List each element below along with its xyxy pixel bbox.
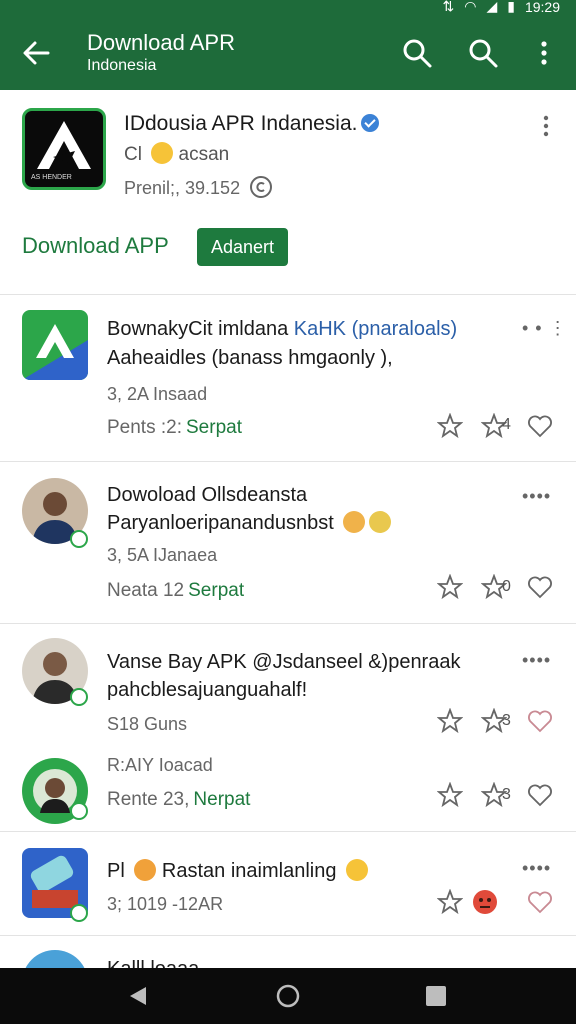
item-title-prefix: Pl — [107, 860, 125, 882]
more-icon[interactable]: • • ⋮ — [522, 318, 568, 339]
item-title: Pl Rastan inaimlanling — [107, 859, 369, 883]
item-stat-link[interactable]: Serpat — [188, 580, 244, 601]
signal-icon: ◢ — [486, 0, 498, 14]
item-stat-label: Pents :2: — [107, 417, 182, 438]
item-meta: 3, 5A IJanaea — [107, 545, 218, 565]
item-title-highlight: KaHK (pnaraloals) — [293, 318, 458, 340]
item-description: pahcblesajuanguahalf! — [107, 679, 308, 701]
app-stats: Prenil;, 39.152 — [124, 175, 273, 199]
item-title: BownakyCit imldana KaHK (pnaraloals) — [107, 318, 457, 341]
more-vert-icon[interactable] — [538, 114, 554, 138]
appbar-title: Download APR — [87, 30, 235, 55]
item-stat-label: Rente 23, — [107, 789, 190, 810]
appbar-subtitle: Indonesia — [87, 57, 157, 74]
app-header-card: AS HENDER IDdousia APR Indanesia. Cl acs… — [0, 90, 576, 295]
list-item[interactable]: Dowoload Ollsdeansta Paryanloeripanandus… — [0, 462, 576, 624]
star-icon[interactable] — [437, 413, 463, 439]
app-logo-badge: AS HENDER — [31, 174, 72, 181]
app-developer-suffix: acsan — [178, 144, 230, 165]
heart-icon[interactable] — [527, 574, 553, 600]
app-developer: Cl acsan — [124, 142, 229, 166]
angry-emoji-icon[interactable] — [472, 889, 498, 915]
emoji-icon — [369, 511, 392, 533]
smile-emoji-icon — [151, 142, 174, 164]
emoji-icon — [134, 859, 157, 881]
list-item-group[interactable]: Vanse Bay APK @Jsdanseel &)penraak pahcb… — [0, 624, 576, 832]
status-icons: ⇅ ◠ ◢ ▮ 19:29 — [443, 0, 561, 15]
system-nav-bar — [0, 968, 576, 1024]
star-count: 4 — [502, 416, 511, 433]
verified-icon — [361, 114, 380, 132]
item-stat: Neata 12 Serpat — [107, 580, 244, 602]
smile-emoji-icon — [346, 859, 369, 881]
star-count: 0 — [502, 578, 511, 595]
item-meta: R:AIY Ioacad — [107, 755, 213, 775]
item-description-text: Paryanloeripanandusnbst — [107, 512, 334, 534]
list-item[interactable]: BownakyCit imldana KaHK (pnaraloals) Aah… — [0, 296, 576, 462]
search-icon[interactable] — [400, 36, 434, 70]
nav-recents-icon[interactable] — [424, 984, 448, 1008]
star-icon[interactable] — [437, 889, 463, 915]
data-arrows-icon: ⇅ — [442, 0, 455, 14]
star-icon[interactable] — [437, 708, 463, 734]
copyright-icon — [250, 176, 273, 198]
heart-icon[interactable] — [527, 782, 553, 808]
star-icon[interactable] — [437, 782, 463, 808]
status-time: 19:29 — [524, 0, 560, 15]
app-title-text: IDdousia APR Indanesia. — [124, 112, 358, 135]
wifi-icon: ◠ — [464, 0, 477, 14]
avatar — [22, 950, 88, 968]
install-button[interactable]: Adanert — [197, 228, 288, 266]
list-item[interactable]: Pl Rastan inaimlanling 3; 1019 -12AR •••… — [0, 832, 576, 936]
list-item[interactable]: Kalll loaaa — [0, 936, 576, 968]
emoji-icon — [343, 511, 366, 533]
more-horiz-icon[interactable]: •••• — [522, 858, 551, 879]
online-badge — [70, 530, 88, 548]
app-developer-prefix: Cl — [124, 144, 142, 165]
item-meta: 3, 2A Insaad — [107, 384, 208, 404]
more-horiz-icon[interactable]: •••• — [522, 486, 551, 507]
star-count: 3 — [502, 712, 511, 729]
item-description: Paryanloeripanandusnbst — [107, 511, 392, 535]
app-icon-mark — [22, 324, 88, 380]
more-vert-icon[interactable] — [530, 36, 558, 70]
heart-icon[interactable] — [527, 708, 553, 734]
download-app-link[interactable]: Download APP — [22, 233, 169, 259]
app-icon — [22, 310, 88, 380]
app-logo: AS HENDER — [22, 108, 106, 190]
status-bar: ⇅ ◠ ◢ ▮ 19:29 — [0, 0, 576, 15]
item-meta: S18 Guns — [107, 714, 188, 734]
app-bar: Download APR Indonesia — [0, 14, 576, 90]
heart-icon[interactable] — [527, 413, 553, 439]
online-badge — [70, 802, 88, 820]
item-title-text: Rastan inaimlanling — [161, 860, 337, 882]
more-horiz-icon[interactable]: •••• — [522, 650, 551, 671]
back-arrow-icon[interactable] — [18, 36, 54, 70]
heart-icon[interactable] — [527, 889, 553, 915]
app-stats-text: Prenil;, 39.152 — [124, 178, 241, 198]
item-title: Dowoload Ollsdeansta — [107, 484, 308, 506]
item-stat-label: Neata 12 — [107, 580, 185, 601]
item-stat-link[interactable]: Serpat — [186, 417, 242, 438]
item-title: Vanse Bay APK @Jsdanseel &)penraak — [107, 651, 461, 673]
item-stat-link[interactable]: Nerpat — [193, 789, 250, 810]
item-title-text: BownakyCit imldana — [107, 318, 289, 340]
nav-home-icon[interactable] — [276, 984, 300, 1008]
star-count: 3 — [502, 786, 511, 803]
item-stat: Pents :2: Serpat — [107, 417, 242, 439]
item-stat: Rente 23, Nerpat — [107, 789, 250, 811]
battery-icon: ▮ — [507, 0, 515, 14]
item-title: Kalll loaaa — [107, 958, 199, 968]
item-description: Aaheaidles (banass hmgaonly ), — [107, 347, 393, 369]
online-badge — [70, 904, 88, 922]
nav-back-icon[interactable] — [126, 984, 150, 1008]
item-meta: 3; 1019 -12AR — [107, 894, 224, 914]
online-badge — [70, 688, 88, 706]
search-icon[interactable] — [466, 36, 500, 70]
star-icon[interactable] — [437, 574, 463, 600]
app-title: IDdousia APR Indanesia. — [124, 112, 380, 136]
